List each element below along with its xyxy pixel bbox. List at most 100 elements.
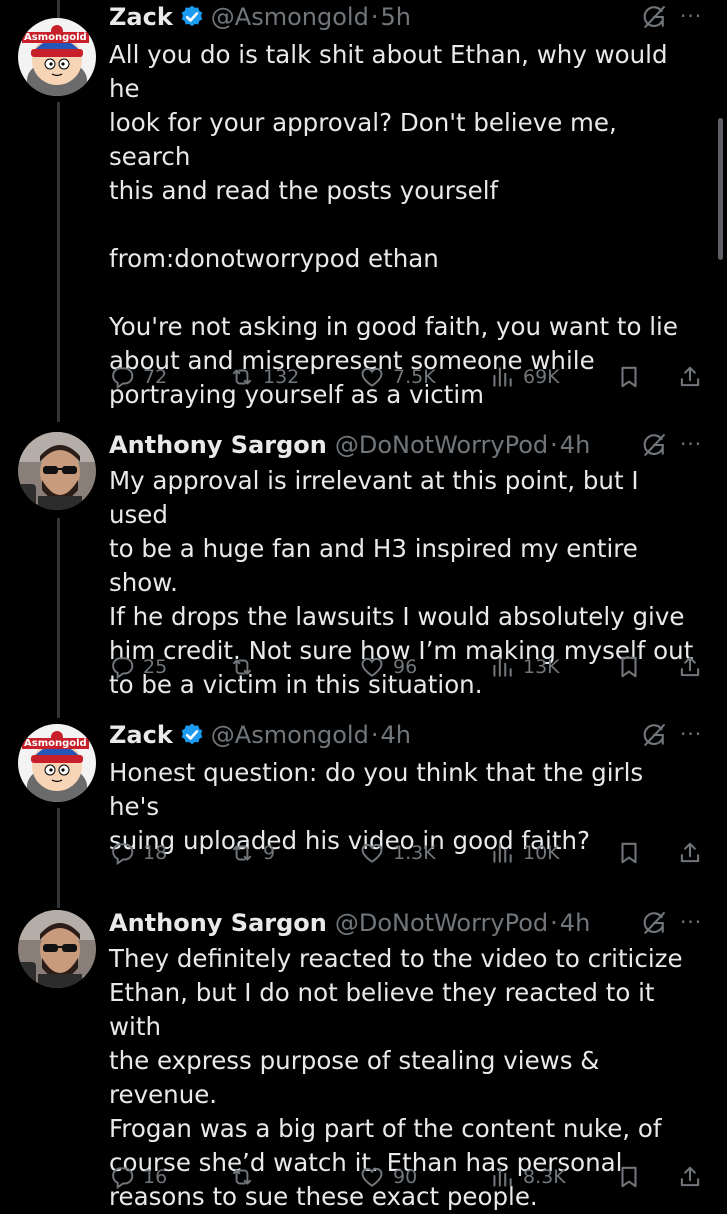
bearded-man-sunglasses-avatar-icon: [18, 910, 96, 988]
more-options-icon[interactable]: ···: [680, 910, 702, 934]
bookmark-button[interactable]: [616, 650, 642, 684]
share-icon: [677, 364, 703, 390]
views-count: 8.3K: [523, 1166, 566, 1188]
grok-icon[interactable]: [640, 721, 668, 749]
views-icon: [489, 364, 515, 390]
views-button[interactable]: 13K: [489, 650, 560, 684]
timestamp[interactable]: 5h: [380, 3, 410, 31]
share-button[interactable]: [677, 836, 703, 870]
scrollbar[interactable]: [718, 118, 723, 260]
share-button[interactable]: [677, 650, 703, 684]
reply-button[interactable]: 18: [109, 836, 167, 870]
repost-icon: [229, 1164, 255, 1190]
handle[interactable]: @Asmongold: [211, 721, 369, 749]
avatar-label: Asmongold: [22, 738, 89, 749]
like-button[interactable]: 90: [359, 1160, 417, 1194]
views-count: 69K: [523, 366, 560, 388]
like-button[interactable]: 96: [359, 650, 417, 684]
bookmark-icon: [616, 840, 642, 866]
reply-icon: [109, 840, 135, 866]
reply-count: 72: [143, 366, 168, 388]
tweet[interactable]: Anthony Sargon @DoNotWorryPod · 4h ··· M…: [0, 428, 727, 708]
views-button[interactable]: 8.3K: [489, 1160, 566, 1194]
share-button[interactable]: [677, 1160, 703, 1194]
like-count: 7.5K: [393, 366, 436, 388]
tweet[interactable]: Asmongold Zack @Asmongold · 4h ··· Hones…: [0, 718, 727, 888]
timestamp[interactable]: 4h: [560, 909, 590, 937]
avatar[interactable]: Asmongold: [18, 724, 96, 802]
timestamp[interactable]: 4h: [380, 721, 410, 749]
verified-badge-icon: [179, 722, 205, 748]
reply-icon: [109, 1164, 135, 1190]
handle[interactable]: @Asmongold: [211, 3, 369, 31]
bookmark-icon: [616, 364, 642, 390]
repost-icon: [229, 364, 255, 390]
separator: ·: [370, 3, 379, 31]
bookmark-icon: [616, 654, 642, 680]
avatar[interactable]: [18, 910, 96, 988]
repost-icon: [229, 654, 255, 680]
reply-count: 25: [143, 656, 168, 678]
more-options-icon[interactable]: ···: [680, 722, 702, 746]
repost-button[interactable]: 9: [229, 836, 275, 870]
grok-icon[interactable]: [640, 3, 668, 31]
share-button[interactable]: [677, 360, 703, 394]
like-count: 1.3K: [393, 842, 436, 864]
like-icon: [359, 1164, 385, 1190]
bookmark-button[interactable]: [616, 360, 642, 394]
action-bar: 25 96 13K: [109, 650, 709, 684]
reply-button[interactable]: 72: [109, 360, 167, 394]
tweet[interactable]: Asmongold Zack @Asmongold · 5h ··· All y…: [0, 0, 727, 420]
like-button[interactable]: 7.5K: [359, 360, 436, 394]
action-bar: 72 132 7.5K 69K: [109, 360, 709, 394]
handle[interactable]: @DoNotWorryPod: [335, 431, 548, 459]
tweet-header: Anthony Sargon @DoNotWorryPod · 4h: [109, 428, 590, 462]
repost-button[interactable]: 132: [229, 360, 299, 394]
repost-button[interactable]: [229, 650, 263, 684]
share-icon: [677, 1164, 703, 1190]
reply-button[interactable]: 16: [109, 1160, 167, 1194]
bookmark-button[interactable]: [616, 836, 642, 870]
views-button[interactable]: 69K: [489, 360, 560, 394]
repost-icon: [229, 840, 255, 866]
like-count: 90: [393, 1166, 418, 1188]
display-name[interactable]: Zack: [109, 3, 173, 31]
grok-icon[interactable]: [640, 909, 668, 937]
like-button[interactable]: 1.3K: [359, 836, 436, 870]
tweet-text: All you do is talk shit about Ethan, why…: [109, 40, 678, 409]
grok-icon[interactable]: [640, 431, 668, 459]
more-options-icon[interactable]: ···: [680, 432, 702, 456]
south-park-character-avatar-icon: [18, 724, 96, 802]
views-icon: [489, 840, 515, 866]
display-name[interactable]: Zack: [109, 721, 173, 749]
tweet[interactable]: Anthony Sargon @DoNotWorryPod · 4h ··· T…: [0, 906, 727, 1211]
views-count: 13K: [523, 656, 560, 678]
avatar[interactable]: [18, 432, 96, 510]
reply-count: 16: [143, 1166, 168, 1188]
reply-icon: [109, 364, 135, 390]
display-name[interactable]: Anthony Sargon: [109, 431, 327, 459]
tweet-header: Zack @Asmongold · 5h: [109, 0, 411, 34]
views-button[interactable]: 10K: [489, 836, 560, 870]
bearded-man-sunglasses-avatar-icon: [18, 432, 96, 510]
timestamp[interactable]: 4h: [560, 431, 590, 459]
tweet-header: Anthony Sargon @DoNotWorryPod · 4h: [109, 906, 590, 940]
reply-icon: [109, 654, 135, 680]
handle[interactable]: @DoNotWorryPod: [335, 909, 548, 937]
more-options-icon[interactable]: ···: [680, 4, 702, 28]
bookmark-button[interactable]: [616, 1160, 642, 1194]
south-park-character-avatar-icon: [18, 18, 96, 96]
avatar[interactable]: Asmongold: [18, 18, 96, 96]
share-icon: [677, 654, 703, 680]
tweet-header: Zack @Asmongold · 4h: [109, 718, 411, 752]
display-name[interactable]: Anthony Sargon: [109, 909, 327, 937]
views-count: 10K: [523, 842, 560, 864]
repost-button[interactable]: [229, 1160, 263, 1194]
like-icon: [359, 840, 385, 866]
views-icon: [489, 654, 515, 680]
avatar-label: Asmongold: [22, 32, 89, 43]
reply-button[interactable]: 25: [109, 650, 167, 684]
share-icon: [677, 840, 703, 866]
like-icon: [359, 364, 385, 390]
views-icon: [489, 1164, 515, 1190]
